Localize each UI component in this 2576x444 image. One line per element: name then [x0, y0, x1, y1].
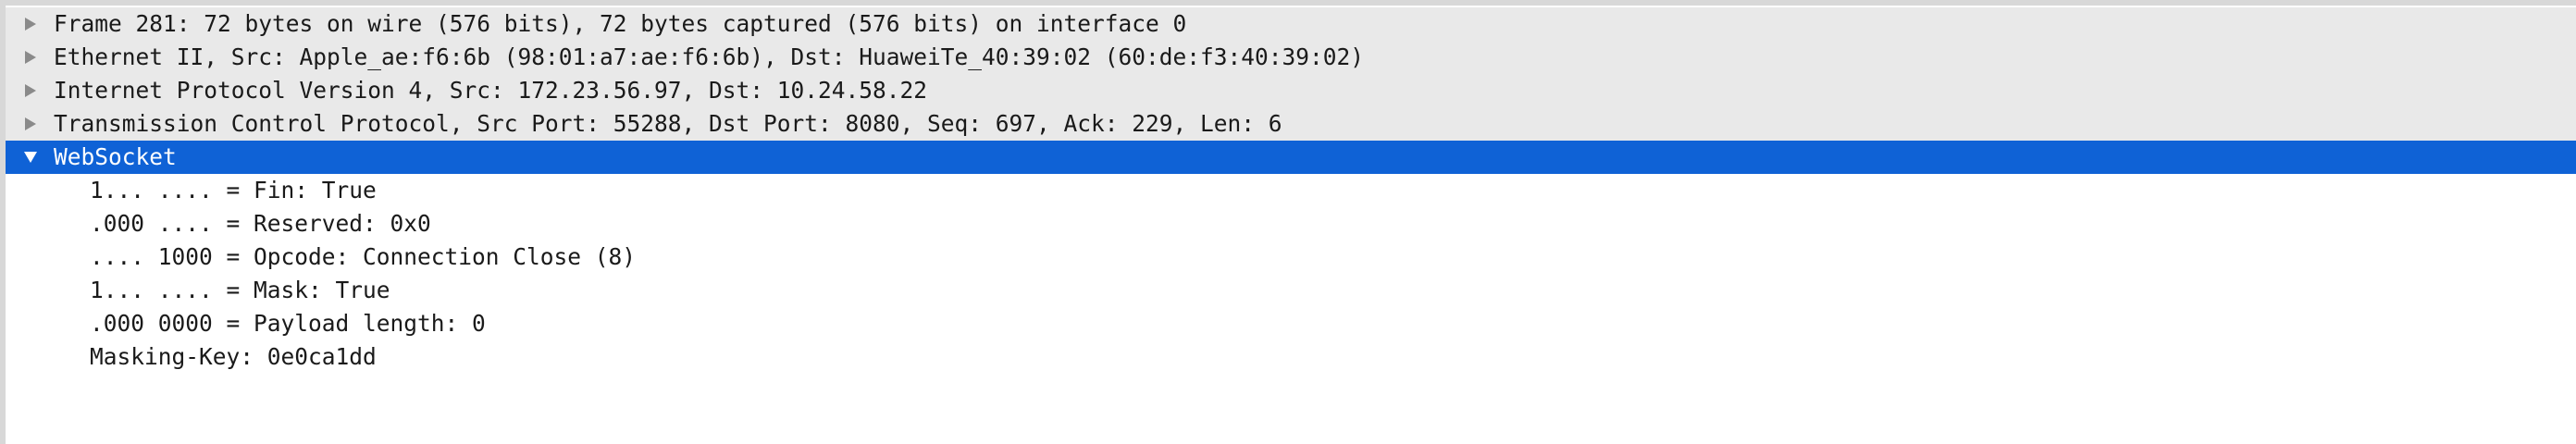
- tree-row-reserved[interactable]: .000 .... = Reserved: 0x0: [6, 207, 2576, 240]
- tree-row-opcode[interactable]: .... 1000 = Opcode: Connection Close (8): [6, 240, 2576, 274]
- tree-row-label: Ethernet II, Src: Apple_ae:f6:6b (98:01:…: [54, 43, 1365, 70]
- triangle-right-icon[interactable]: [19, 107, 43, 141]
- tree-row-label: .000 0000 = Payload length: 0: [90, 310, 486, 337]
- tree-row-ipv4[interactable]: Internet Protocol Version 4, Src: 172.23…: [6, 74, 2576, 107]
- triangle-down-icon[interactable]: [19, 141, 43, 174]
- tree-row-label: Frame 281: 72 bytes on wire (576 bits), …: [54, 10, 1187, 37]
- tree-row-payload-length[interactable]: .000 0000 = Payload length: 0: [6, 307, 2576, 340]
- triangle-right-icon[interactable]: [19, 41, 43, 74]
- tree-row-tcp[interactable]: Transmission Control Protocol, Src Port:…: [6, 107, 2576, 141]
- tree-row-label: Internet Protocol Version 4, Src: 172.23…: [54, 77, 928, 104]
- tree-row-ethernet[interactable]: Ethernet II, Src: Apple_ae:f6:6b (98:01:…: [6, 41, 2576, 74]
- tree-row-label: 1... .... = Fin: True: [90, 177, 377, 204]
- tree-row-fin[interactable]: 1... .... = Fin: True: [6, 174, 2576, 207]
- triangle-right-icon[interactable]: [19, 7, 43, 41]
- tree-row-mask[interactable]: 1... .... = Mask: True: [6, 274, 2576, 307]
- tree-row-label: Transmission Control Protocol, Src Port:…: [54, 110, 1282, 137]
- tree-row-masking-key[interactable]: Masking-Key: 0e0ca1dd: [6, 340, 2576, 374]
- tree-row-websocket[interactable]: WebSocket: [6, 141, 2576, 174]
- tree-row-label: 1... .... = Mask: True: [90, 277, 390, 303]
- tree-row-label: Masking-Key: 0e0ca1dd: [90, 343, 377, 370]
- tree-row-frame[interactable]: Frame 281: 72 bytes on wire (576 bits), …: [6, 7, 2576, 41]
- tree-row-label: .000 .... = Reserved: 0x0: [90, 210, 431, 237]
- tree-row-label: WebSocket: [54, 143, 177, 170]
- triangle-right-icon[interactable]: [19, 74, 43, 107]
- tree-row-label: .... 1000 = Opcode: Connection Close (8): [90, 243, 637, 270]
- packet-details-pane: Frame 281: 72 bytes on wire (576 bits), …: [0, 0, 2576, 444]
- packet-details-tree: Frame 281: 72 bytes on wire (576 bits), …: [6, 7, 2576, 374]
